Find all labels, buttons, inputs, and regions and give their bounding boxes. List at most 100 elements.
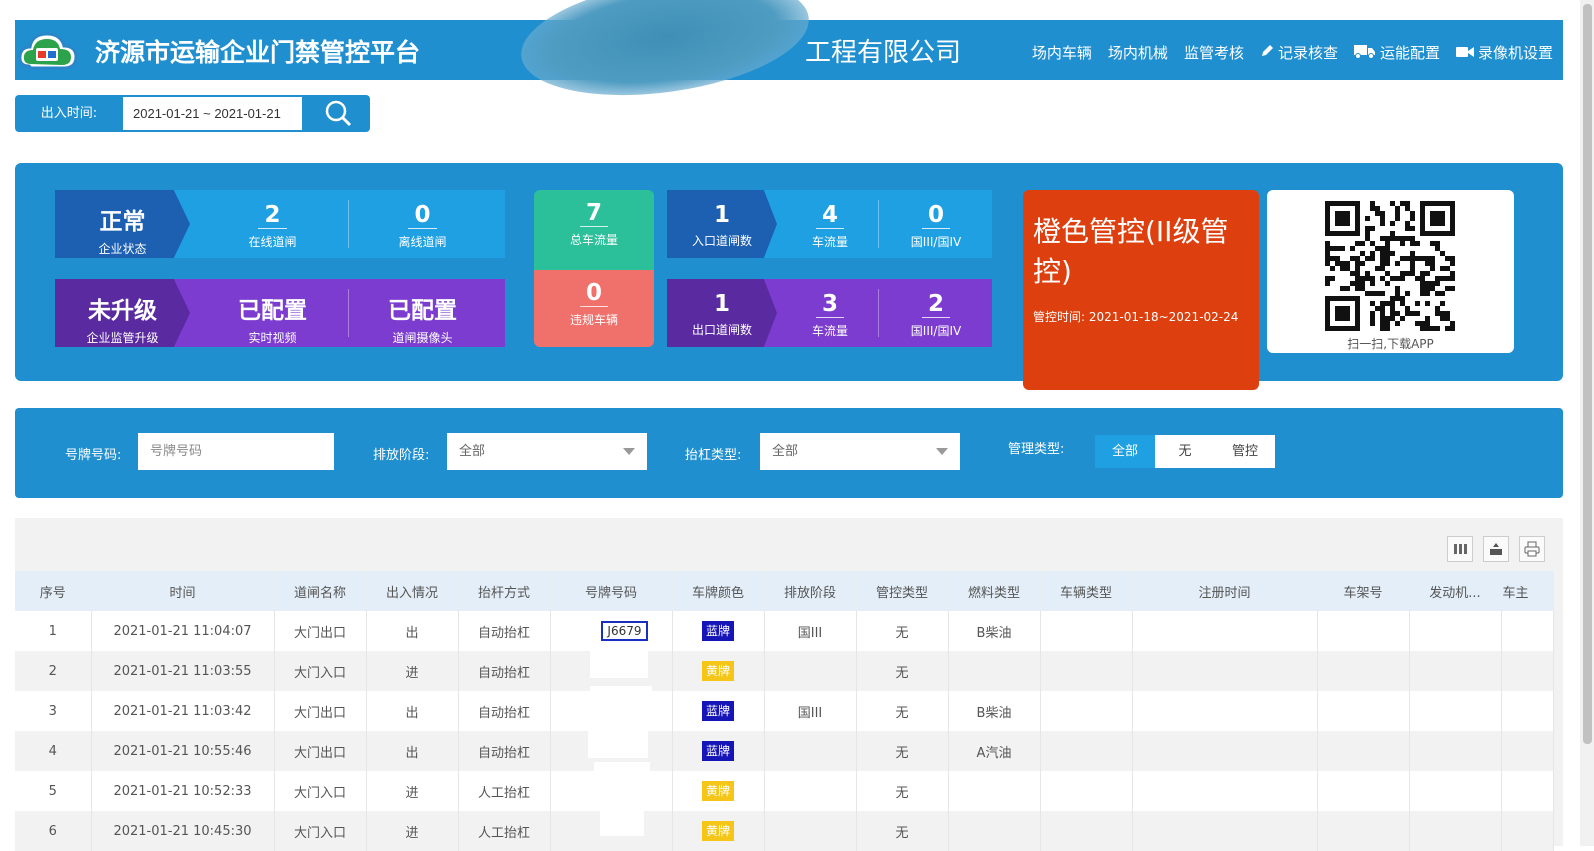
scrollbar-thumb[interactable]: [1583, 4, 1592, 744]
top-nav: 场内车辆 场内机械 监管考核 记录核查 运能配置 录像机设置: [1032, 42, 1553, 63]
cell-plate-color: 蓝牌: [672, 691, 765, 731]
date-range-input[interactable]: [123, 97, 302, 130]
violations-card[interactable]: 0 违规车辆: [534, 270, 654, 347]
cell-time: 2021-01-21 11:03:42: [91, 691, 275, 731]
manage-option-controlled[interactable]: 管控: [1215, 435, 1275, 468]
table-row[interactable]: 4 2021-01-21 10:55:46 大门出口出自动抬杠 蓝牌 无 A汽油: [15, 731, 1554, 771]
filter-panel: 号牌号码: 号牌号码 排放阶段: 全部 抬杠类型: 全部 管理类型: 全部 无 …: [15, 408, 1563, 498]
col-header[interactable]: 发动机...: [1409, 571, 1502, 611]
col-header[interactable]: 车架号: [1317, 571, 1410, 611]
cell-direction: 进: [366, 651, 459, 691]
entry-flow-label: 车流量: [811, 235, 848, 249]
col-header[interactable]: 抬杆方式: [458, 571, 551, 611]
cell-no: 2: [15, 651, 92, 691]
entry-gates-value: 1: [713, 202, 730, 228]
date-label: 出入时间:: [40, 106, 98, 121]
nav-machinery-in-yard[interactable]: 场内机械: [1108, 42, 1168, 63]
cell-fuel-type: [948, 771, 1041, 811]
nav-record-check[interactable]: 记录核查: [1260, 42, 1338, 63]
video-value: 已配置: [238, 298, 307, 324]
col-header[interactable]: 注册时间: [1132, 571, 1318, 611]
exit-gates-label: 出口道闸数: [691, 323, 752, 337]
nav-supervision-assessment[interactable]: 监管考核: [1184, 42, 1244, 63]
manage-type-toggle: 全部 无 管控: [1095, 435, 1275, 468]
cell-engine: [1409, 771, 1502, 811]
cell-owner: [1501, 731, 1554, 771]
table-row[interactable]: 6 2021-01-21 10:45:30 大门入口进人工抬杠 黄牌 无: [15, 811, 1554, 851]
app-title: 济源市运输企业门禁管控平台: [95, 38, 421, 67]
col-header[interactable]: 号牌号码: [550, 571, 673, 611]
cell-control-type: 无: [856, 771, 949, 811]
nav-label: 场内车辆: [1031, 44, 1092, 62]
entry-standard-value: 0: [921, 202, 950, 229]
col-header[interactable]: 燃料类型: [948, 571, 1041, 611]
nav-recorder-settings[interactable]: 录像机设置: [1455, 42, 1553, 63]
cell-vin: [1317, 611, 1410, 651]
cell-emission: [764, 771, 857, 811]
plate-search-input[interactable]: 号牌号码: [138, 433, 334, 470]
col-header[interactable]: 车辆类型: [1040, 571, 1133, 611]
nav-vehicles-in-yard[interactable]: 场内车辆: [1032, 42, 1092, 63]
cell-direction: 出: [366, 731, 459, 771]
cell-engine: [1409, 611, 1502, 651]
table-row[interactable]: 1 2021-01-21 11:04:07 大门出口出自动抬杠 J6679 蓝牌 国III…: [15, 611, 1554, 651]
table-header-row: 序号 时间 道闸名称 出入情况 抬杆方式 号牌号码 车牌颜色 排放阶段 管控类型…: [15, 571, 1554, 611]
cell-control-type: 无: [856, 691, 949, 731]
cell-emission: [764, 811, 857, 851]
camera-label: 道闸摄像头: [392, 331, 453, 345]
cell-owner: [1501, 771, 1554, 811]
status-value: 正常: [99, 209, 146, 235]
status-label: 企业状态: [98, 242, 147, 256]
plate-color-badge: 蓝牌: [701, 701, 734, 721]
print-button[interactable]: [1519, 536, 1545, 562]
cell-gate-name: 大门出口: [274, 691, 367, 731]
total-flow-label: 总车流量: [569, 233, 618, 247]
cell-register-time: [1132, 771, 1318, 811]
cell-fuel-type: B柴油: [948, 691, 1041, 731]
cell-fuel-type: [948, 651, 1041, 691]
emission-select[interactable]: 全部: [447, 433, 647, 470]
exit-gates-card: 1 出口道闸数: [667, 279, 777, 347]
barrier-select-value: 全部: [772, 444, 799, 459]
pencil-icon: [1260, 44, 1274, 62]
cell-register-time: [1132, 611, 1318, 651]
cell-fuel-type: A汽油: [948, 731, 1041, 771]
cell-engine: [1409, 811, 1502, 851]
records-table: 序号 时间 道闸名称 出入情况 抬杆方式 号牌号码 车牌颜色 排放阶段 管控类型…: [15, 571, 1554, 851]
col-header[interactable]: 序号: [15, 571, 92, 611]
col-header[interactable]: 出入情况: [366, 571, 459, 611]
cell-gate-name: 大门出口: [274, 611, 367, 651]
qr-code-icon: [1325, 201, 1455, 335]
search-button[interactable]: [306, 95, 370, 132]
cell-vehicle-type: [1040, 651, 1133, 691]
barrier-select[interactable]: 全部: [760, 433, 960, 470]
col-header[interactable]: 排放阶段: [764, 571, 857, 611]
table-row[interactable]: 5 2021-01-21 10:52:33 大门入口进人工抬杠 黄牌 无: [15, 771, 1554, 811]
col-header[interactable]: 时间: [91, 571, 275, 611]
total-flow-value: 7: [579, 200, 608, 227]
cell-direction: 出: [366, 691, 459, 731]
exit-standard-label: 国III/国IV: [910, 324, 962, 338]
col-header[interactable]: 道闸名称: [274, 571, 367, 611]
table-row[interactable]: 2 2021-01-21 11:03:55 大门入口进自动抬杠 黄牌 无: [15, 651, 1554, 691]
cell-vehicle-type: [1040, 731, 1133, 771]
control-level-title: 橙色管控(II级管控): [1033, 215, 1229, 288]
violations-label: 违规车辆: [569, 313, 618, 327]
nav-capacity-config[interactable]: 运能配置: [1353, 42, 1440, 63]
columns-toggle-button[interactable]: [1447, 536, 1473, 562]
offline-gates-value: 0: [408, 202, 437, 229]
manage-option-none[interactable]: 无: [1155, 435, 1215, 468]
manage-option-all[interactable]: 全部: [1095, 435, 1155, 468]
col-header[interactable]: 管控类型: [856, 571, 949, 611]
col-header[interactable]: 车主: [1501, 571, 1554, 611]
cell-vehicle-type: [1040, 611, 1133, 651]
entry-gates-label: 入口道闸数: [691, 234, 752, 248]
export-icon: [1484, 543, 1508, 565]
entry-gates-card: 1 入口道闸数: [667, 190, 777, 258]
col-header[interactable]: 车牌颜色: [672, 571, 765, 611]
export-button[interactable]: [1483, 536, 1509, 562]
table-row[interactable]: 3 2021-01-21 11:03:42 大门出口出自动抬杠 蓝牌 国III 无 B柴油: [15, 691, 1554, 731]
plate-color-badge: 黄牌: [701, 781, 734, 801]
upgrade-value: 未升级: [88, 298, 157, 324]
redaction-mask: [588, 724, 648, 758]
